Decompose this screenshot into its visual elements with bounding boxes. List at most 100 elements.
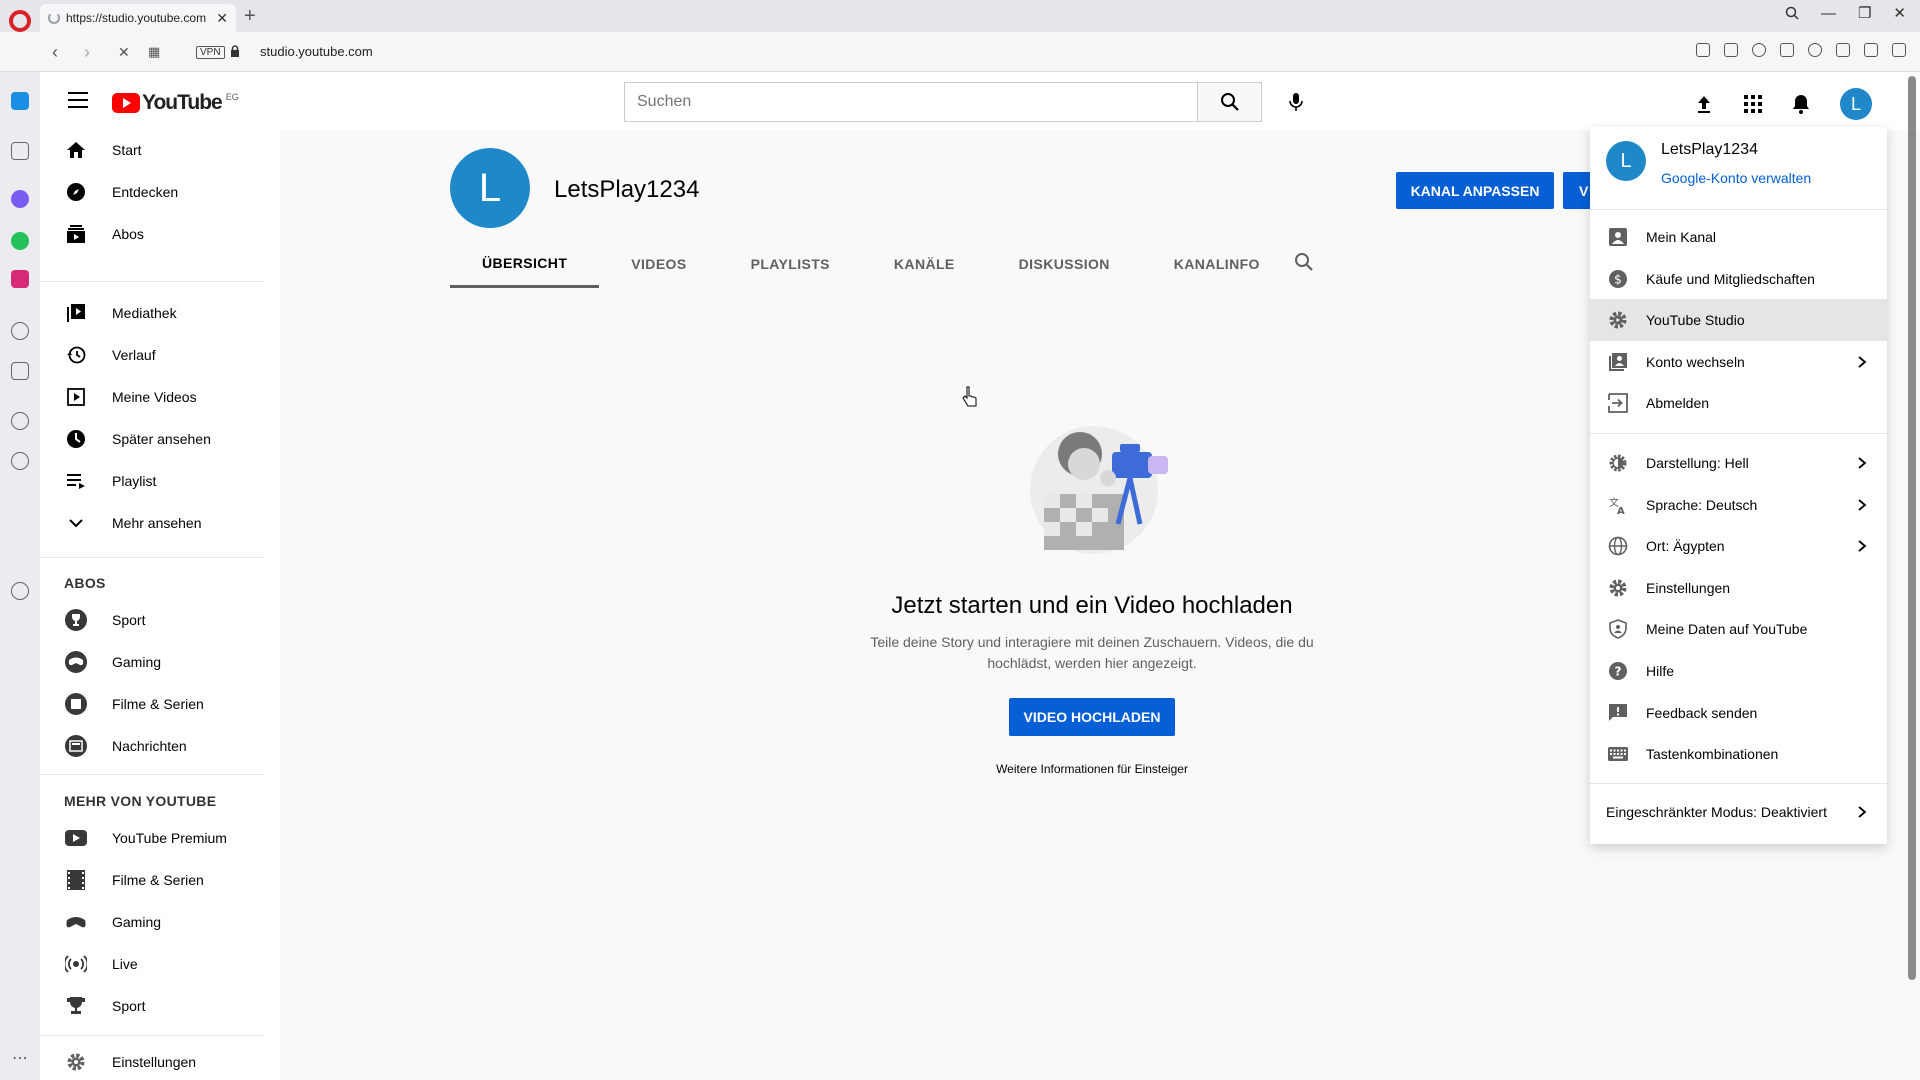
- youtube-logo[interactable]: YouTube EG: [112, 91, 239, 115]
- tab-ubersicht[interactable]: ÜBERSICHT: [450, 240, 600, 288]
- home-speed-dial-icon[interactable]: [11, 92, 29, 110]
- upload-video-button[interactable]: VIDEO HOCHLADEN: [1009, 698, 1175, 736]
- account-menu-item-konto-wechseln[interactable]: Konto wechseln: [1590, 341, 1887, 383]
- new-tab-button[interactable]: +: [244, 5, 256, 28]
- account-menu-item-darstellung-hell[interactable]: Darstellung: Hell: [1590, 442, 1887, 484]
- favorites-icon[interactable]: [11, 412, 29, 430]
- sidebar-item-abo-sport[interactable]: Sport: [40, 600, 280, 640]
- notifications-bell-icon[interactable]: [1792, 94, 1810, 114]
- close-tab-icon[interactable]: ✕: [216, 10, 228, 27]
- sidebar-item-spater-ansehen[interactable]: Später ansehen: [40, 419, 280, 459]
- account-menu-item-sprache-deutsch[interactable]: 文 A Sprache: Deutsch: [1590, 484, 1887, 526]
- account-menu-item-tastenkombinationen[interactable]: Tastenkombinationen: [1590, 733, 1887, 775]
- vpn-badge[interactable]: VPN: [196, 46, 225, 59]
- manage-google-account-link[interactable]: Google-Konto verwalten: [1661, 170, 1811, 186]
- opera-logo-icon[interactable]: [9, 10, 31, 32]
- channel-search-icon[interactable]: [1294, 252, 1314, 272]
- history-strip-icon[interactable]: [11, 452, 29, 470]
- sidebar-item-abo-filme-serien[interactable]: Filme & Serien: [40, 684, 280, 724]
- forward-icon[interactable]: ›: [84, 42, 90, 63]
- search-button[interactable]: [1198, 82, 1262, 122]
- sidebar-item-more-live[interactable]: Live: [40, 944, 280, 984]
- heart-icon[interactable]: [1808, 43, 1822, 57]
- home-icon: [64, 138, 88, 162]
- stop-loading-icon[interactable]: ✕: [118, 44, 130, 61]
- close-window-icon[interactable]: ✕: [1893, 4, 1906, 22]
- sidebar-item-einstellungen[interactable]: Einstellungen: [40, 1042, 280, 1080]
- flow-icon[interactable]: [11, 362, 29, 380]
- sidebar-item-more-youtube-premium[interactable]: YouTube Premium: [40, 818, 280, 858]
- tab-videos[interactable]: VIDEOS: [599, 240, 718, 288]
- restricted-mode-label: Eingeschränkter Modus: Deaktiviert: [1606, 804, 1827, 820]
- messenger-icon[interactable]: [11, 190, 29, 208]
- tab-kanale[interactable]: KANÄLE: [862, 240, 987, 288]
- empty-state-description: Teile deine Story und interagiere mit de…: [870, 634, 1314, 671]
- sidebar-item-meine-videos[interactable]: Meine Videos: [40, 377, 280, 417]
- search-tabs-icon[interactable]: [1785, 6, 1799, 20]
- sidebar-item-label: Filme & Serien: [112, 872, 204, 888]
- edit-icon[interactable]: [1696, 43, 1710, 57]
- account-avatar-button[interactable]: L: [1840, 88, 1872, 120]
- tab-diskussion[interactable]: DISKUSSION: [987, 240, 1142, 288]
- apps-grid-icon[interactable]: [1744, 95, 1762, 113]
- tips-icon[interactable]: [11, 582, 29, 600]
- tab-kanalinfo[interactable]: KANALINFO: [1142, 240, 1292, 288]
- url-field[interactable]: studio.youtube.com: [260, 44, 373, 59]
- sidebar-item-label: Abos: [112, 226, 144, 242]
- customize-channel-button[interactable]: KANAL ANPASSEN: [1396, 172, 1554, 209]
- sidebar-item-abo-nachrichten[interactable]: Nachrichten: [40, 726, 280, 766]
- search-input[interactable]: [625, 83, 1197, 121]
- restore-icon[interactable]: ❐: [1858, 4, 1871, 22]
- sidebar-item-more-filme-serien[interactable]: Filme & Serien: [40, 860, 280, 900]
- browser-tab[interactable]: https://studio.youtube.com ✕: [40, 4, 236, 32]
- tabs-grid-icon[interactable]: ▦: [148, 44, 160, 60]
- sidebar-item-start[interactable]: Start: [40, 130, 280, 170]
- sidebar-item-abo-gaming[interactable]: Gaming: [40, 642, 280, 682]
- sidebar-item-mehr-ansehen[interactable]: Mehr ansehen: [40, 503, 280, 543]
- divider: [1590, 209, 1887, 210]
- microphone-icon: [1289, 93, 1303, 111]
- live-icon: [64, 952, 88, 976]
- restricted-mode-item[interactable]: Eingeschränkter Modus: Deaktiviert: [1590, 791, 1887, 833]
- sidebar-item-abos[interactable]: Abos: [40, 214, 280, 254]
- account-menu-item-ort-agypten[interactable]: Ort: Ägypten: [1590, 525, 1887, 567]
- sidebar-item-verlauf[interactable]: Verlauf: [40, 335, 280, 375]
- account-menu-item-kaufe-und-mitgliedschaften[interactable]: $ Käufe und Mitgliedschaften: [1590, 258, 1887, 300]
- hamburger-menu-icon[interactable]: [68, 92, 88, 108]
- learn-more-link[interactable]: Weitere Informationen für Einsteiger: [880, 762, 1304, 776]
- sidebar-item-playlist[interactable]: Playlist: [40, 461, 280, 501]
- page-scrollbar[interactable]: [1908, 76, 1916, 980]
- back-icon[interactable]: ‹: [52, 42, 58, 63]
- lock-icon[interactable]: [230, 45, 240, 57]
- more-options-icon[interactable]: ⋯: [11, 1048, 29, 1067]
- bookmarks-icon[interactable]: [11, 142, 29, 160]
- send-icon[interactable]: [1780, 43, 1794, 57]
- voice-search-button[interactable]: [1280, 86, 1312, 118]
- account-menu-item-einstellungen[interactable]: Einstellungen: [1590, 567, 1887, 609]
- account-menu-item-label: Einstellungen: [1646, 579, 1731, 596]
- account-menu-item-youtube-studio[interactable]: YouTube Studio: [1590, 299, 1887, 341]
- news-channel-icon: [64, 734, 88, 758]
- upload-icon[interactable]: [1694, 94, 1714, 114]
- sidebar-item-more-gaming[interactable]: Gaming: [40, 902, 280, 942]
- box-icon[interactable]: [1836, 43, 1850, 57]
- account-menu-item-abmelden[interactable]: Abmelden: [1590, 382, 1887, 424]
- sidebar-heading-more: MEHR VON YOUTUBE: [64, 793, 217, 809]
- account-menu-item-hilfe[interactable]: ? Hilfe: [1590, 650, 1887, 692]
- whatsapp-icon[interactable]: [11, 232, 29, 250]
- menu-icon[interactable]: [1892, 43, 1906, 57]
- account-menu-item-mein-kanal[interactable]: Mein Kanal: [1590, 216, 1887, 258]
- tab-playlists[interactable]: PLAYLISTS: [719, 240, 862, 288]
- instagram-icon[interactable]: [11, 270, 29, 288]
- account-menu-item-meine-daten-auf-youtube[interactable]: Meine Daten auf YouTube: [1590, 608, 1887, 650]
- download-icon[interactable]: [1864, 43, 1878, 57]
- camera-icon[interactable]: [1724, 43, 1738, 57]
- sidebar-item-more-sport[interactable]: Sport: [40, 986, 280, 1026]
- minimize-icon[interactable]: —: [1821, 5, 1836, 22]
- sidebar-item-entdecken[interactable]: Entdecken: [40, 172, 280, 212]
- account-menu-item-label: Abmelden: [1646, 395, 1710, 411]
- sidebar-item-mediathek[interactable]: Mediathek: [40, 293, 280, 333]
- player-icon[interactable]: [11, 322, 29, 340]
- account-menu-item-feedback-senden[interactable]: Feedback senden: [1590, 692, 1887, 734]
- block-icon[interactable]: [1752, 43, 1766, 57]
